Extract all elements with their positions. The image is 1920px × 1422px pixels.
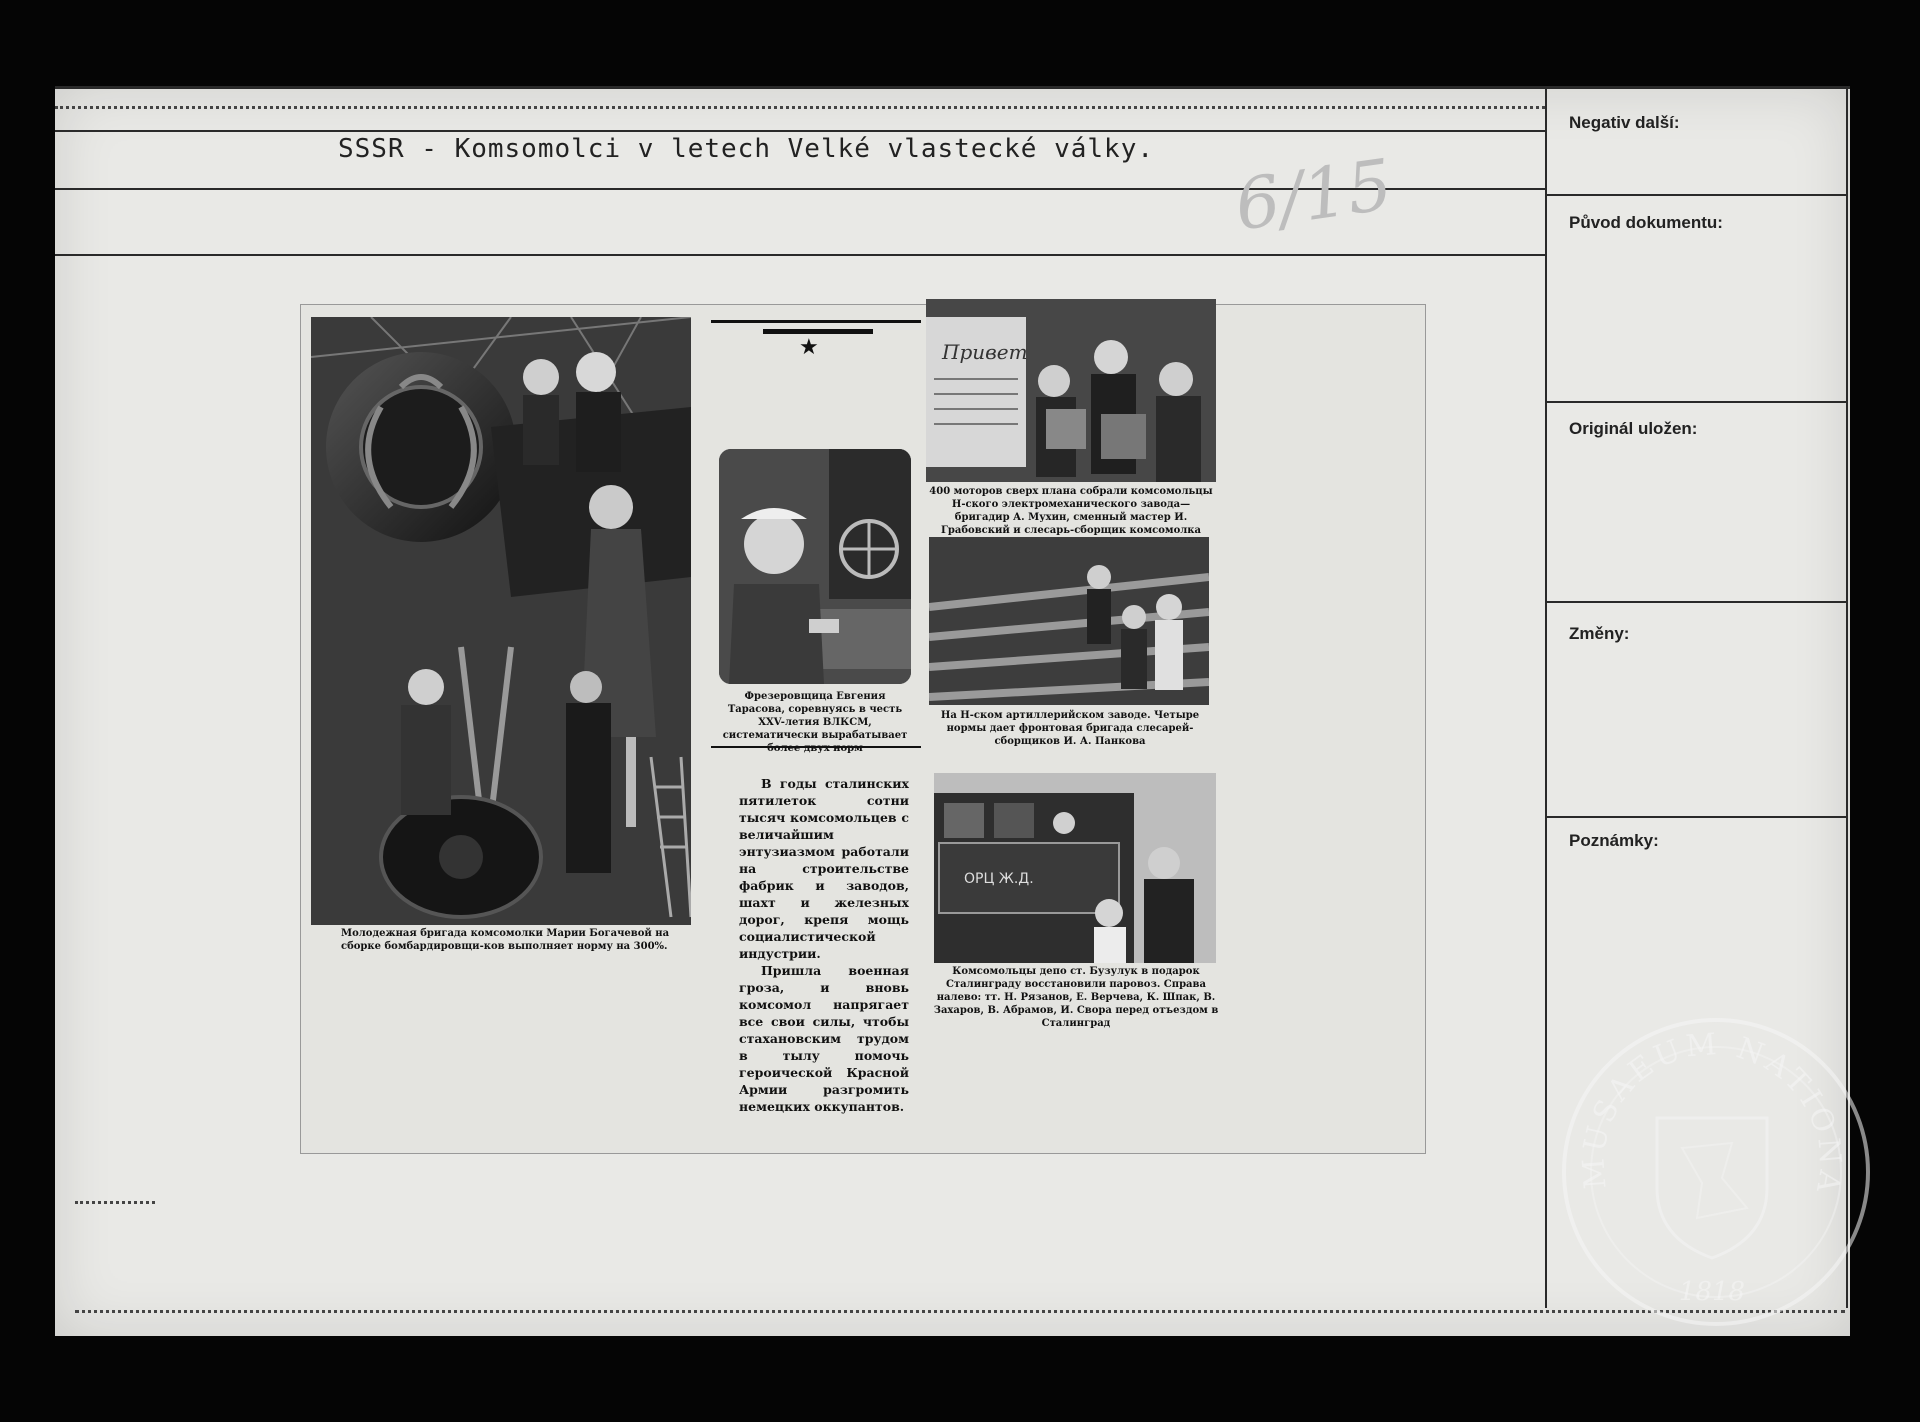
side-field-divider: [1545, 401, 1848, 403]
article-paragraph: В годы сталинских пятилеток сотни тысяч …: [739, 776, 909, 961]
caption-bomber-brigade: Молодежная бригада комсомолки Марии Бога…: [341, 928, 670, 952]
decorative-rule: [763, 329, 873, 334]
caption-locomotive: Комсомольцы депо ст. Бузулук в подарок С…: [933, 966, 1219, 1029]
field-label-puvod: Původ dokumentu:: [1569, 213, 1723, 232]
field-label-poznamky: Poznámky:: [1569, 831, 1659, 850]
article-body: В годы сталинских пятилеток сотни тысяч …: [739, 775, 909, 1115]
poster-text: Привет: [941, 340, 1028, 364]
photo-artillery-plant: [929, 537, 1209, 705]
handwritten-number: 6/15: [1230, 143, 1398, 247]
side-field-divider: [1545, 194, 1848, 196]
card-top-rule: [55, 86, 1850, 89]
card-rule: [55, 254, 1545, 256]
photo-bomber-assembly: [311, 317, 691, 925]
caption-artillery: На Н-ском артиллерийском заводе. Четыре …: [940, 710, 1200, 747]
museum-seal-lettering: MUSAEUM NATIONALE 1818: [1562, 1018, 1848, 1307]
field-label-negativ: Negativ další:: [1569, 113, 1680, 132]
card-dotted-rule: [55, 106, 1545, 109]
photo-motor-assembly: Привет: [926, 299, 1216, 482]
decorative-rule: [711, 746, 921, 748]
bomber-assembly-illustration: [311, 317, 691, 925]
article-paragraph: Пришла военная гроза, и вновь комсомол н…: [739, 963, 909, 1114]
decorative-rule: [711, 320, 921, 323]
side-column-border: [1545, 86, 1547, 1308]
seal-text: MUSAEUM NATIONALE: [1562, 1018, 1844, 1199]
locomotive-plate-text: ОРЦ Ж.Д.: [964, 871, 1034, 887]
side-field-divider: [1545, 601, 1848, 603]
star-icon: ★: [799, 335, 819, 360]
card-dotted-rule: [75, 1201, 155, 1204]
card-title: SSSR - Komsomolci v letech Velké vlastec…: [338, 134, 1155, 164]
photo-locomotive: ОРЦ Ж.Д.: [934, 773, 1216, 963]
newspaper-clipping: Молодежная бригада комсомолки Марии Бога…: [300, 299, 1426, 1154]
field-label-original: Originál uložen:: [1569, 419, 1698, 438]
locomotive-illustration: ОРЦ Ж.Д.: [934, 773, 1216, 963]
milling-worker-illustration: [719, 449, 911, 684]
seal-year: 1818: [1679, 1277, 1745, 1307]
side-field-divider: [1545, 816, 1848, 818]
museum-seal: MUSAEUM NATIONALE 1818: [1562, 1018, 1870, 1326]
artillery-plant-illustration: [929, 537, 1209, 705]
field-label-zmeny: Změny:: [1569, 624, 1630, 643]
svg-text:MUSAEUM NATIONALE: MUSAEUM NATIONALE: [1562, 1018, 1848, 1199]
photo-milling-worker: [719, 449, 911, 684]
card-rule: [55, 130, 1545, 132]
motor-assembly-illustration: Привет: [926, 299, 1216, 482]
